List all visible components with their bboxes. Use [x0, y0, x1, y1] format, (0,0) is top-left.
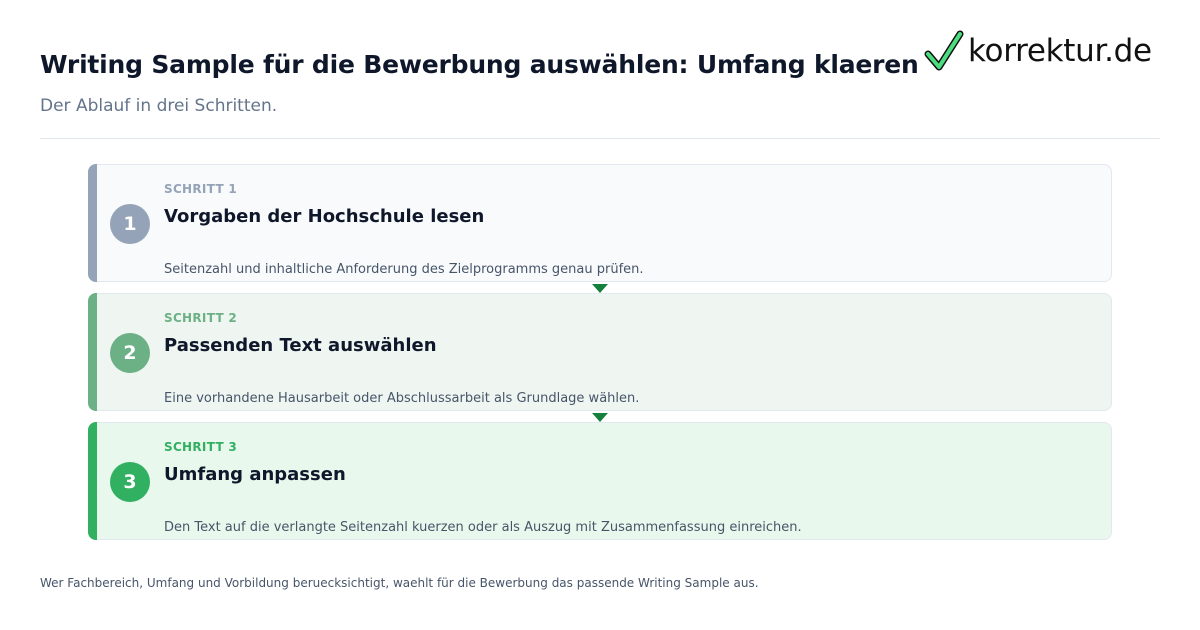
step-description: Eine vorhandene Hausarbeit oder Abschlus…: [164, 391, 640, 406]
page-subtitle: Der Ablauf in drei Schritten.: [40, 96, 278, 116]
step-card-2: 2 SCHRITT 2 Passenden Text auswählen Ein…: [88, 293, 1112, 411]
brand-name: korrektur.de: [968, 33, 1152, 69]
step-accent-bar: [88, 422, 97, 540]
footer-note: Wer Fachbereich, Umfang und Vorbildung b…: [40, 576, 759, 590]
step-description: Seitenzahl und inhaltliche Anforderung d…: [164, 262, 644, 277]
header-divider: [40, 138, 1160, 139]
checkmark-icon: [924, 30, 964, 71]
step-card-1: 1 SCHRITT 1 Vorgaben der Hochschule lese…: [88, 164, 1112, 282]
step-title: Vorgaben der Hochschule lesen: [164, 206, 485, 227]
step-number-badge: 1: [110, 204, 150, 244]
page-title: Writing Sample für die Bewerbung auswähl…: [40, 50, 919, 79]
step-connector-arrow: [592, 284, 608, 293]
step-card-3: 3 SCHRITT 3 Umfang anpassen Den Text auf…: [88, 422, 1112, 540]
step-connector-arrow: [592, 413, 608, 422]
step-accent-bar: [88, 293, 97, 411]
step-kicker: SCHRITT 1: [164, 182, 238, 196]
step-description: Den Text auf die verlangte Seitenzahl ku…: [164, 520, 802, 535]
step-number-badge: 2: [110, 333, 150, 373]
brand-logo: korrektur.de: [924, 30, 1152, 72]
step-title: Umfang anpassen: [164, 464, 346, 485]
step-kicker: SCHRITT 2: [164, 311, 238, 325]
step-kicker: SCHRITT 3: [164, 440, 238, 454]
step-number-badge: 3: [110, 462, 150, 502]
step-title: Passenden Text auswählen: [164, 335, 437, 356]
step-accent-bar: [88, 164, 97, 282]
